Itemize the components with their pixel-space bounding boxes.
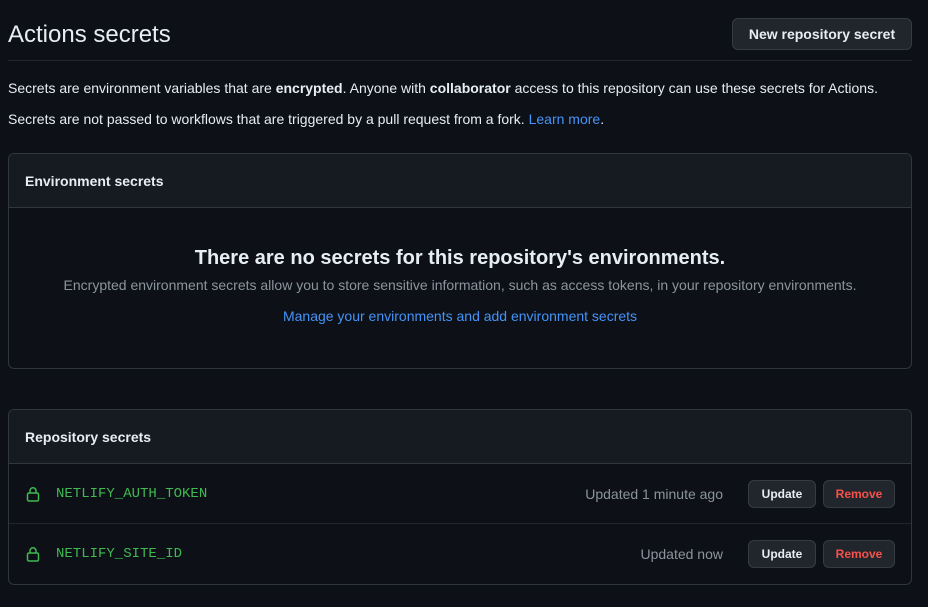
remove-secret-button[interactable]: Remove [823,540,895,568]
description-text: . Anyone with [342,80,430,96]
secret-name: NETLIFY_SITE_ID [56,546,183,562]
description-fork: Secrets are not passed to workflows that… [8,109,604,129]
repository-secrets-header: Repository secrets [9,410,911,464]
blankslate-title: There are no secrets for this repository… [194,247,726,269]
repository-secrets-box: Repository secrets NETLIFY_AUTH_TOKEN Up… [8,409,912,585]
new-repository-secret-button[interactable]: New repository secret [732,18,912,50]
secret-updated: Updated 1 minute ago [585,486,723,502]
environment-secrets-box: Environment secrets There are no secrets… [8,153,912,369]
description-encryption: Secrets are environment variables that a… [8,78,878,98]
blankslate-description: Encrypted environment secrets allow you … [63,277,857,293]
description-text: access to this repository can use these … [510,80,878,96]
lock-icon [26,547,40,562]
description-bold-collaborator: collaborator [429,80,511,96]
secret-name: NETLIFY_AUTH_TOKEN [56,486,208,502]
manage-environments-link[interactable]: Manage your environments and add environ… [283,308,637,324]
secret-row: NETLIFY_SITE_ID Updated now Update Remov… [9,524,911,584]
lock-icon [26,487,40,502]
environment-secrets-blankslate: There are no secrets for this repository… [9,208,911,368]
secret-row: NETLIFY_AUTH_TOKEN Updated 1 minute ago … [9,464,911,524]
description-text: Secrets are environment variables that a… [8,80,276,96]
description-text: . [600,111,605,127]
learn-more-link[interactable]: Learn more [529,111,601,127]
description-text: Secrets are not passed to workflows that… [8,111,529,127]
update-secret-button[interactable]: Update [748,480,816,508]
environment-secrets-header: Environment secrets [9,154,911,208]
page-header: Actions secrets New repository secret [8,0,912,61]
remove-secret-button[interactable]: Remove [823,480,895,508]
description-bold-encrypted: encrypted [275,80,343,96]
update-secret-button[interactable]: Update [748,540,816,568]
page-title: Actions secrets [8,21,171,48]
secret-updated: Updated now [640,546,723,562]
